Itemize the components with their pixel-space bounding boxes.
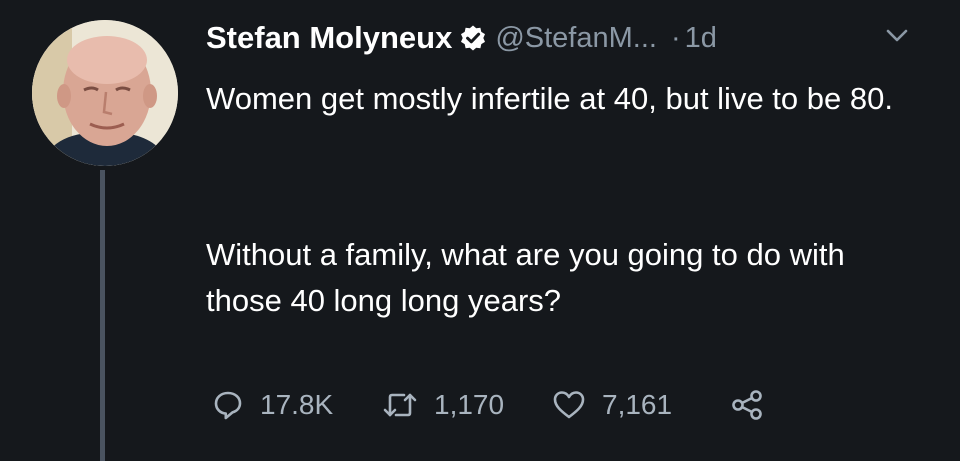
avatar-portrait bbox=[32, 20, 178, 166]
share-icon bbox=[730, 389, 766, 421]
retweet-count: 1,170 bbox=[434, 389, 505, 420]
tweet-text-paragraph-2: Without a family, what are you going to … bbox=[206, 237, 845, 318]
display-name[interactable]: Stefan Molyneux bbox=[206, 20, 452, 56]
heart-icon bbox=[552, 389, 586, 421]
tweet-text-paragraph-1: Women get mostly infertile at 40, but li… bbox=[206, 81, 893, 116]
avatar[interactable] bbox=[32, 20, 178, 166]
reply-bubble-icon bbox=[212, 389, 244, 421]
verified-badge-icon bbox=[459, 24, 487, 52]
like-count: 7,161 bbox=[602, 389, 673, 420]
tweet-timestamp[interactable]: 1d bbox=[685, 22, 717, 55]
user-handle[interactable]: @StefanM... bbox=[495, 22, 657, 55]
tweet-header: Stefan Molyneux @StefanM... · 1d bbox=[206, 14, 717, 62]
chevron-down-icon[interactable] bbox=[884, 26, 910, 46]
share-button[interactable] bbox=[730, 389, 766, 421]
like-button[interactable]: 7,161 bbox=[552, 389, 730, 421]
reply-count: 17.8K bbox=[260, 389, 334, 420]
retweet-icon bbox=[382, 389, 418, 421]
reply-button[interactable]: 17.8K bbox=[212, 389, 382, 421]
thread-line bbox=[100, 170, 105, 461]
tweet-actions: 17.8K 1,170 7,161 bbox=[212, 383, 766, 427]
retweet-button[interactable]: 1,170 bbox=[382, 389, 552, 421]
tweet-card: Stefan Molyneux @StefanM... · 1d Women g… bbox=[0, 0, 960, 461]
header-separator: · bbox=[670, 21, 681, 54]
